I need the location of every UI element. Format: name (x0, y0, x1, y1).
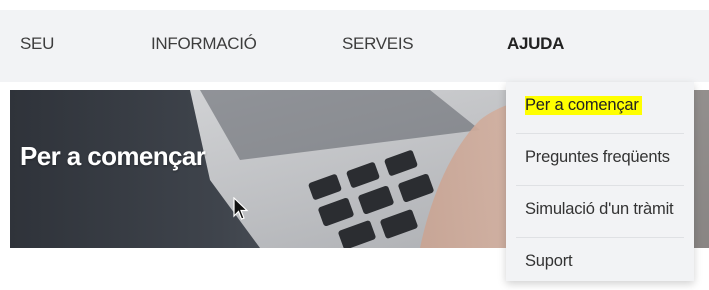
menu-item-suport[interactable]: Suport (506, 238, 694, 290)
menu-item-preguntes-frequents[interactable]: Preguntes freqüents (506, 134, 694, 186)
menu-item-label: Simulació d'un tràmit (525, 200, 674, 218)
nav-item-informacio[interactable]: INFORMACIÓ (151, 34, 257, 54)
menu-item-label: Per a començar (525, 96, 642, 115)
hero-title: Per a començar (20, 141, 206, 171)
menu-item-label: Suport (525, 252, 573, 270)
nav-item-seu[interactable]: SEU (20, 34, 54, 54)
top-navigation-bar: SEU INFORMACIÓ SERVEIS AJUDA (0, 10, 709, 82)
mouse-pointer-icon (233, 197, 249, 220)
menu-item-simulacio-tramit[interactable]: Simulació d'un tràmit (506, 186, 694, 238)
ajuda-dropdown-menu: Per a començar Preguntes freqüents Simul… (506, 82, 694, 281)
nav-item-serveis[interactable]: SERVEIS (342, 34, 414, 54)
nav-item-ajuda[interactable]: AJUDA (507, 34, 564, 54)
menu-item-per-a-comencar[interactable]: Per a començar (506, 82, 694, 134)
menu-item-label: Preguntes freqüents (525, 148, 670, 166)
